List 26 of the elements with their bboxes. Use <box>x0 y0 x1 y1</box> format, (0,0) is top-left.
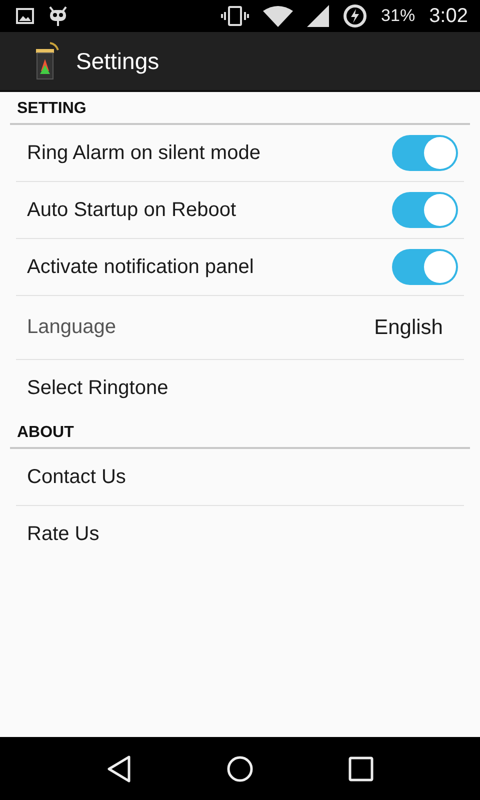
battery-charging-icon <box>343 4 368 28</box>
home-icon[interactable] <box>226 754 254 782</box>
back-icon[interactable] <box>106 754 132 782</box>
setting-value[interactable]: English <box>374 316 443 340</box>
app-bar-title: Settings <box>76 48 160 74</box>
app-logo-icon <box>34 41 60 81</box>
toggle-switch[interactable] <box>392 249 458 285</box>
battery-percent: 31% <box>381 6 416 26</box>
menu-item[interactable]: Contact Us <box>27 466 126 488</box>
vibrate-icon <box>221 6 250 26</box>
section-header: ABOUT <box>10 424 470 449</box>
setting-label: Activate notification panel <box>27 256 254 278</box>
wifi-icon <box>263 5 294 27</box>
image-icon <box>16 8 34 24</box>
recents-icon[interactable] <box>348 756 374 782</box>
setting-label: Auto Startup on Reboot <box>27 198 236 222</box>
setting-label: Language <box>27 316 116 339</box>
section-header: SETTING <box>10 100 470 125</box>
toggle-switch[interactable] <box>392 192 458 228</box>
setting-label: Ring Alarm on silent mode <box>27 142 260 164</box>
clock-time: 3:02 <box>429 4 468 28</box>
robot-icon <box>48 5 68 27</box>
menu-item[interactable]: Rate Us <box>27 522 100 546</box>
signal-icon <box>307 5 330 27</box>
toggle-switch[interactable] <box>392 135 458 171</box>
menu-item[interactable]: Select Ringtone <box>27 376 168 400</box>
